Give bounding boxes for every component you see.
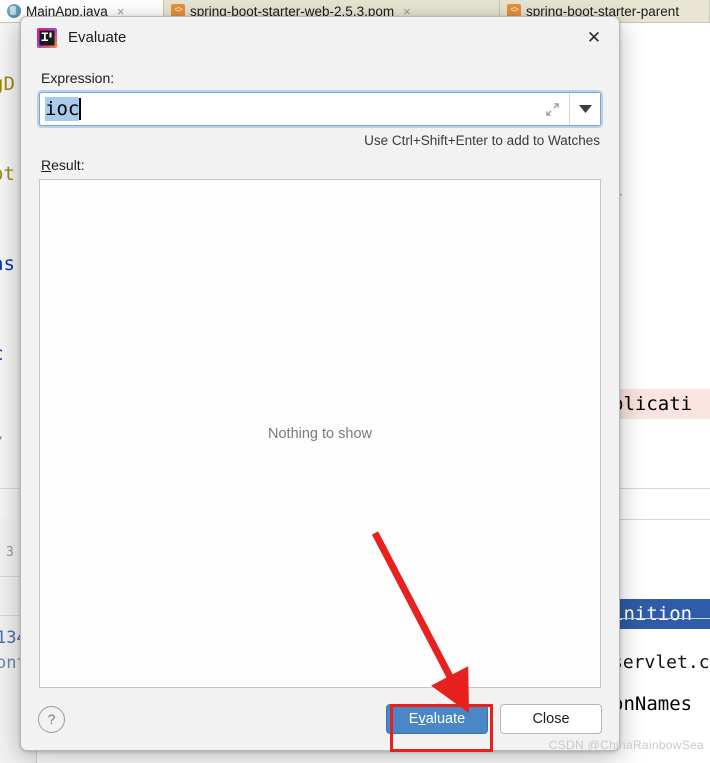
- dialog-title-bar: Evaluate ✕: [21, 17, 619, 58]
- java-file-icon: [7, 4, 21, 18]
- expression-value: ioc: [45, 97, 80, 121]
- expression-input-text[interactable]: ioc: [40, 93, 535, 125]
- watches-hint: Use Ctrl+Shift+Enter to add to Watches: [364, 133, 600, 148]
- result-label-rest: esult:: [51, 157, 85, 173]
- code-line: }: [612, 179, 710, 209]
- intellij-idea-icon: [37, 27, 57, 48]
- code-line: plicati: [612, 389, 710, 419]
- result-label-mnemonic: R: [41, 157, 52, 173]
- code-line: onNames: [612, 693, 693, 715]
- evaluate-dialog: Evaluate ✕ Expression: ioc Use Ctrl+Shif…: [20, 16, 620, 751]
- expand-arrows-icon[interactable]: [535, 93, 570, 125]
- close-icon[interactable]: ✕: [579, 24, 609, 52]
- code-line: inition: [612, 599, 710, 629]
- editor-divider: [612, 618, 710, 619]
- evaluate-button-mnemonic: v: [418, 711, 426, 727]
- evaluate-button-label-suffix: aluate: [425, 711, 466, 727]
- code-line: 3: [6, 545, 14, 560]
- result-empty-message: Nothing to show: [268, 425, 372, 442]
- help-button[interactable]: ?: [38, 705, 65, 733]
- dialog-footer: ? Ev aluate Close: [21, 688, 619, 750]
- dialog-body: Expression: ioc Use Ctrl+Shift+Enter to …: [21, 70, 619, 688]
- code-line: servlet.contex: [612, 652, 710, 673]
- evaluate-button-label-prefix: E: [408, 711, 419, 727]
- close-button[interactable]: Close: [500, 704, 602, 734]
- text-caret: [79, 98, 82, 120]
- evaluate-button[interactable]: Ev aluate: [386, 704, 488, 734]
- dialog-title: Evaluate: [68, 29, 127, 46]
- result-label: Result:: [41, 157, 601, 173]
- expression-history-dropdown[interactable]: [570, 93, 600, 125]
- expression-input[interactable]: ioc: [39, 92, 601, 126]
- result-panel[interactable]: Nothing to show: [39, 179, 601, 688]
- expression-label: Expression:: [41, 70, 115, 86]
